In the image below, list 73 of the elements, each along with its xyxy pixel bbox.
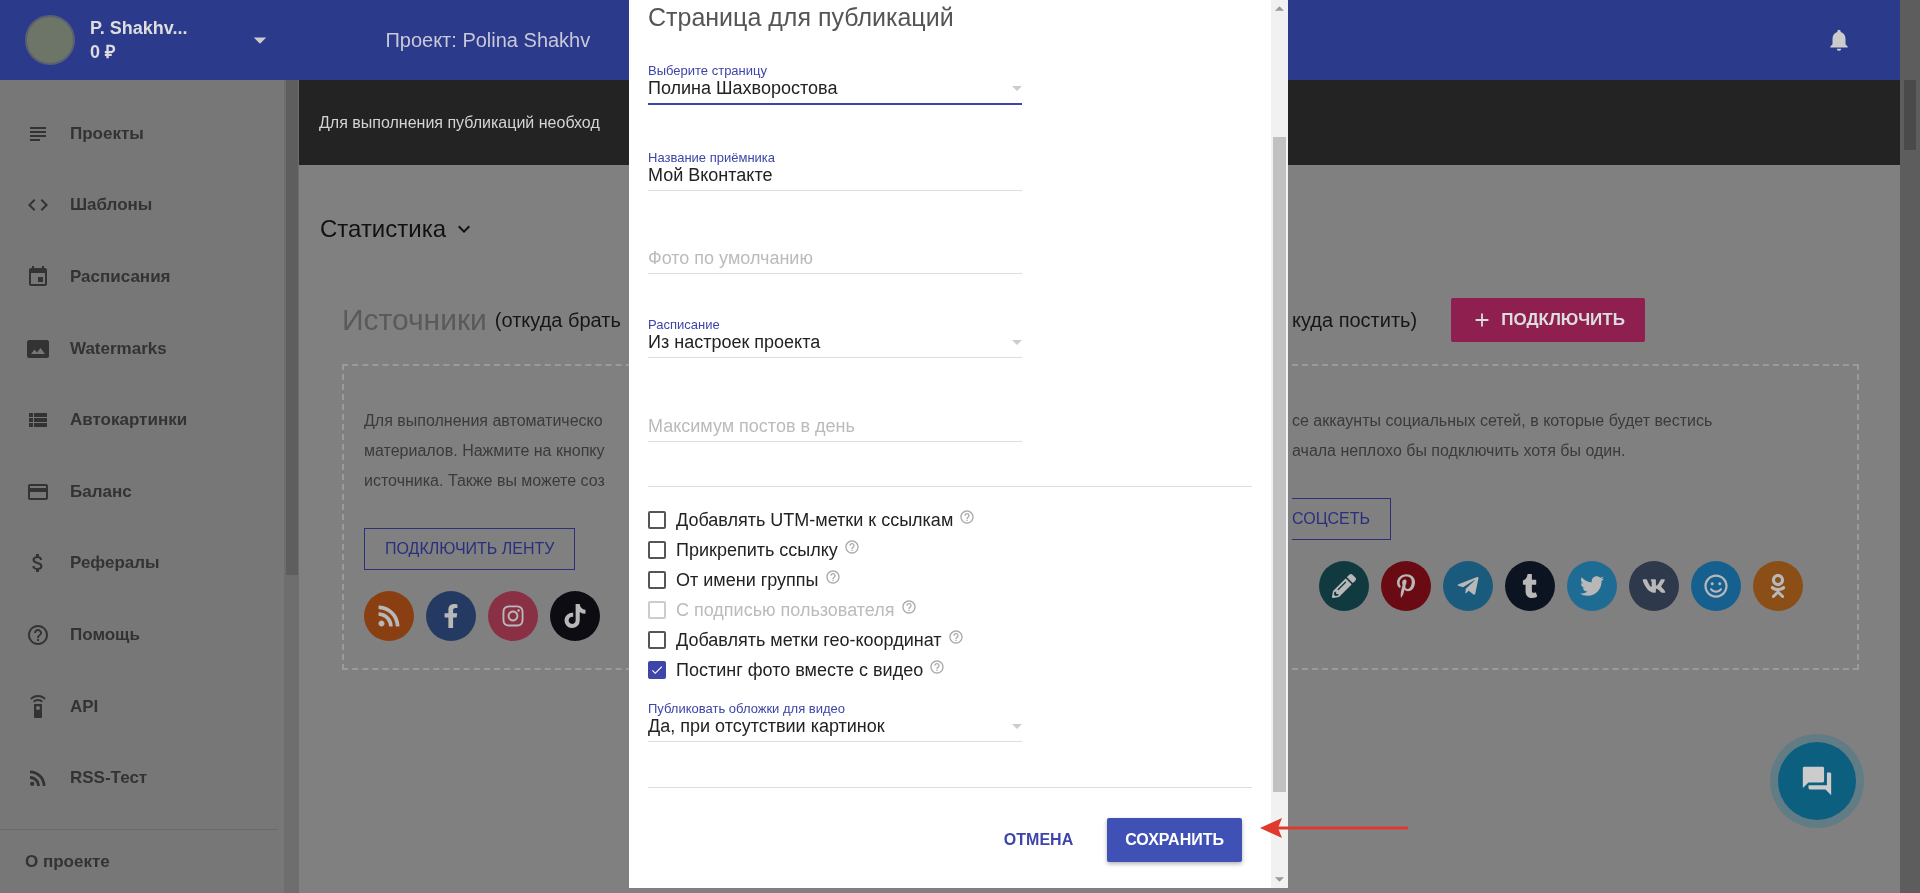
checkbox-label: Добавлять метки гео-координат	[676, 629, 942, 651]
odnoklassniki-icon[interactable]	[1753, 561, 1803, 611]
avatar	[25, 15, 75, 65]
facebook-icon[interactable]	[426, 591, 476, 641]
vk-icon[interactable]	[1629, 561, 1679, 611]
rss-icon[interactable]	[364, 591, 414, 641]
sidebar-item[interactable]: Рефералы	[0, 527, 284, 600]
pencil-icon[interactable]	[1319, 561, 1369, 611]
checkbox-label: Прикрепить ссылку	[676, 539, 838, 561]
project-title: Проект: Polina Shakhv	[385, 28, 591, 52]
sidebar-item[interactable]: Watermarks	[0, 312, 284, 385]
twitter-icon[interactable]	[1567, 561, 1617, 611]
sidebar-item[interactable]: Расписания	[0, 241, 284, 313]
connect-network-button[interactable]: СОЦСЕТЬ	[1292, 498, 1391, 540]
description-text: ачала неплохо бы подключить хотя бы один.	[1292, 441, 1627, 461]
telegram-icon[interactable]	[1443, 561, 1493, 611]
help-icon[interactable]	[824, 569, 841, 585]
scrollbar[interactable]	[284, 80, 299, 893]
description-text: материалов. Нажмите на кнопку	[364, 441, 606, 461]
checkbox[interactable]	[648, 541, 666, 559]
sidebar-item[interactable]: Автокартинки	[0, 384, 284, 456]
select-field[interactable]: Публиковать обложки для видео Да, при отсутствии картинок	[648, 685, 1022, 742]
section-subtitle: куда постить)	[1292, 308, 1418, 332]
help-icon[interactable]	[843, 539, 860, 555]
instagram-icon[interactable]	[488, 591, 538, 641]
calendar-icon	[26, 265, 50, 289]
checkbox[interactable]	[648, 511, 666, 529]
sidebar-item[interactable]: Проекты	[0, 98, 284, 170]
field-label: Название приёмника	[648, 150, 777, 165]
checkbox-label: С подписью пользователя	[676, 599, 895, 621]
chat-button[interactable]	[1778, 742, 1856, 820]
checkbox[interactable]	[648, 631, 666, 649]
select-field[interactable]: Выберите страницу Полина Шахворостова	[648, 54, 1022, 105]
sidebar-item[interactable]: Шаблоны	[0, 169, 284, 242]
tumblr-icon[interactable]	[1505, 561, 1555, 611]
save-button[interactable]: СОХРАНИТЬ	[1107, 818, 1242, 862]
about-link[interactable]: О проекте	[0, 829, 278, 893]
input-field[interactable]: Мой Вконтакте	[648, 165, 1022, 191]
sidebar-item[interactable]: API	[0, 670, 284, 743]
cancel-button[interactable]: ОТМЕНА	[995, 821, 1082, 859]
input-field[interactable]: Максимум постов в день	[648, 416, 1022, 442]
help-icon[interactable]	[947, 629, 964, 645]
sidebar-item[interactable]: RSS-Тест	[0, 742, 284, 814]
help-icon[interactable]	[929, 659, 946, 675]
select-field[interactable]: Расписание Из настроек проекта	[648, 304, 1022, 358]
help-icon[interactable]	[900, 599, 917, 615]
checkbox[interactable]	[648, 571, 666, 589]
help-icon[interactable]	[959, 509, 976, 525]
section-subtitle: (откуда брать	[494, 308, 621, 332]
sidebar-item[interactable]: Баланс	[0, 455, 284, 528]
user-name: P. Shakhv...	[90, 17, 188, 40]
input-field[interactable]: Фото по умолчанию	[648, 248, 1022, 274]
smile-icon[interactable]	[1691, 561, 1741, 611]
balance: 0 ₽	[90, 41, 116, 64]
connect-feed-button[interactable]: ПОДКЛЮЧИТЬ ЛЕНТУ	[364, 528, 576, 570]
checkbox-label: От имени группы	[676, 569, 819, 591]
checkbox-label: Добавлять UTM-метки к ссылкам	[676, 509, 954, 531]
scroll-down-icon[interactable]	[1275, 877, 1284, 882]
connect-button[interactable]: ПОДКЛЮЧИТЬ	[1451, 298, 1645, 342]
stats-toggle[interactable]: Статистика	[320, 211, 477, 247]
checkbox-label: Постинг фото вместе с видео	[676, 659, 924, 681]
scrollbar[interactable]	[1900, 0, 1920, 893]
description-text: се аккаунты социальных сетей, в которые будет вестись	[1292, 411, 1714, 431]
tiktok-icon[interactable]	[550, 591, 600, 641]
dialog-title: Страница для публикаций	[648, 2, 955, 33]
pinterest-icon[interactable]	[1381, 561, 1431, 611]
help-icon	[26, 622, 50, 647]
description-text: источника. Также вы можете соз	[364, 471, 606, 491]
checkbox[interactable]	[648, 661, 666, 679]
scrollbar[interactable]	[1271, 0, 1288, 888]
scroll-up-icon[interactable]	[1275, 6, 1284, 11]
sidebar-item[interactable]: Помощь	[0, 599, 284, 671]
description-text: Для выполнения автоматическо	[364, 411, 604, 431]
